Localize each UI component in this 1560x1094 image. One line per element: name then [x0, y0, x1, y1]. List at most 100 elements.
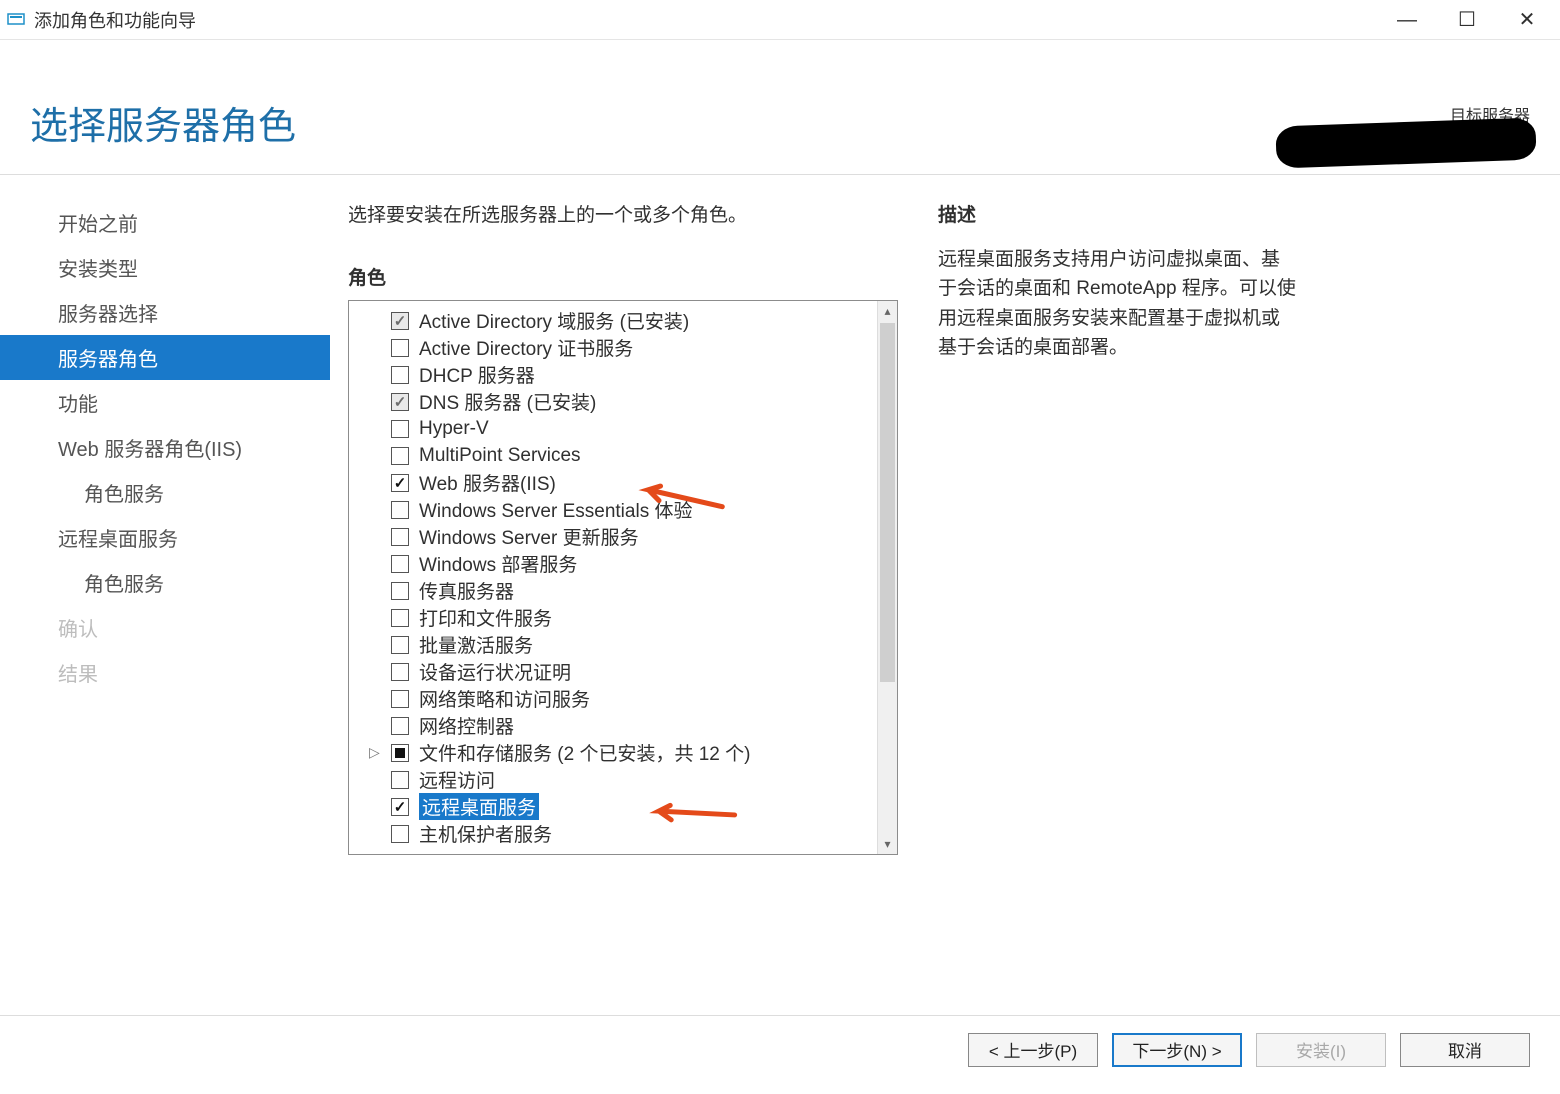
- role-label: Web 服务器(IIS): [419, 469, 556, 496]
- role-label: DNS 服务器 (已安装): [419, 388, 596, 415]
- role-item[interactable]: 打印和文件服务: [391, 604, 875, 631]
- instruction-text: 选择要安装在所选服务器上的一个或多个角色。: [348, 200, 898, 227]
- role-item[interactable]: Windows 部署服务: [391, 550, 875, 577]
- header: 选择服务器角色 目标服务器: [0, 40, 1560, 175]
- role-label: 远程访问: [419, 766, 495, 793]
- role-checkbox[interactable]: [391, 798, 409, 816]
- app-icon: [6, 10, 26, 30]
- description-text: 远程桌面服务支持用户访问虚拟桌面、基于会话的桌面和 RemoteApp 程序。可…: [938, 245, 1298, 363]
- role-checkbox[interactable]: [391, 663, 409, 681]
- maximize-button[interactable]: ☐: [1452, 10, 1482, 30]
- role-item[interactable]: MultiPoint Services: [391, 442, 875, 469]
- minimize-button[interactable]: —: [1392, 10, 1422, 30]
- role-checkbox[interactable]: [391, 501, 409, 519]
- role-checkbox[interactable]: [391, 717, 409, 735]
- role-label: 设备运行状况证明: [419, 658, 571, 685]
- role-label: 批量激活服务: [419, 631, 533, 658]
- role-label: Windows Server Essentials 体验: [419, 496, 692, 523]
- role-checkbox[interactable]: [391, 366, 409, 384]
- role-label: 传真服务器: [419, 577, 514, 604]
- role-checkbox[interactable]: [391, 528, 409, 546]
- role-label: 主机保护者服务: [419, 820, 552, 847]
- role-checkbox[interactable]: [391, 771, 409, 789]
- close-button[interactable]: ✕: [1512, 10, 1542, 30]
- window-title: 添加角色和功能向导: [34, 7, 1392, 33]
- role-item[interactable]: ▷文件和存储服务 (2 个已安装，共 12 个): [391, 739, 875, 766]
- roles-column: 选择要安装在所选服务器上的一个或多个角色。 角色 Active Director…: [348, 200, 898, 1015]
- nav-item-rds-role-services[interactable]: 角色服务: [0, 560, 330, 605]
- role-checkbox[interactable]: [391, 447, 409, 465]
- role-label: Windows Server 更新服务: [419, 523, 639, 550]
- role-label: Active Directory 域服务 (已安装): [419, 307, 689, 334]
- role-label: Active Directory 证书服务: [419, 334, 633, 361]
- role-checkbox[interactable]: [391, 636, 409, 654]
- role-item[interactable]: 远程桌面服务: [391, 793, 875, 820]
- role-item[interactable]: Windows Server 更新服务: [391, 523, 875, 550]
- vertical-scrollbar[interactable]: ▴ ▾: [877, 301, 897, 854]
- role-item[interactable]: Hyper-V: [391, 415, 875, 442]
- nav-item-server-select[interactable]: 服务器选择: [0, 290, 330, 335]
- role-checkbox[interactable]: [391, 312, 409, 330]
- role-checkbox[interactable]: [391, 690, 409, 708]
- role-item[interactable]: 批量激活服务: [391, 631, 875, 658]
- role-checkbox[interactable]: [391, 744, 409, 762]
- scroll-down-icon[interactable]: ▾: [878, 834, 897, 854]
- role-checkbox[interactable]: [391, 555, 409, 573]
- nav-item-iis[interactable]: Web 服务器角色(IIS): [0, 425, 330, 470]
- next-button[interactable]: 下一步(N) >: [1112, 1033, 1242, 1067]
- role-label: MultiPoint Services: [419, 445, 581, 467]
- role-item[interactable]: Active Directory 证书服务: [391, 334, 875, 361]
- roles-list[interactable]: Active Directory 域服务 (已安装)Active Directo…: [351, 303, 875, 852]
- nav-item-iis-role-services[interactable]: 角色服务: [0, 470, 330, 515]
- install-button[interactable]: 安装(I): [1256, 1033, 1386, 1067]
- description-label: 描述: [938, 200, 1530, 227]
- role-checkbox[interactable]: [391, 582, 409, 600]
- role-item[interactable]: 传真服务器: [391, 577, 875, 604]
- nav-item-install-type[interactable]: 安装类型: [0, 245, 330, 290]
- cancel-button[interactable]: 取消: [1400, 1033, 1530, 1067]
- role-label: 打印和文件服务: [419, 604, 552, 631]
- scroll-up-icon[interactable]: ▴: [878, 301, 897, 321]
- role-label: 网络控制器: [419, 712, 514, 739]
- role-label: 文件和存储服务 (2 个已安装，共 12 个): [419, 739, 750, 766]
- role-item[interactable]: 远程访问: [391, 766, 875, 793]
- role-label: Hyper-V: [419, 418, 489, 440]
- window-controls: — ☐ ✕: [1392, 10, 1542, 30]
- role-label: 网络策略和访问服务: [419, 685, 590, 712]
- main-area: 选择要安装在所选服务器上的一个或多个角色。 角色 Active Director…: [330, 175, 1560, 1015]
- role-checkbox[interactable]: [391, 339, 409, 357]
- role-item[interactable]: 设备运行状况证明: [391, 658, 875, 685]
- role-item[interactable]: Windows Server Essentials 体验: [391, 496, 875, 523]
- role-item[interactable]: 网络策略和访问服务: [391, 685, 875, 712]
- nav-item-before[interactable]: 开始之前: [0, 200, 330, 245]
- role-item[interactable]: DHCP 服务器: [391, 361, 875, 388]
- role-checkbox[interactable]: [391, 393, 409, 411]
- nav-item-result: 结果: [0, 650, 330, 695]
- role-checkbox[interactable]: [391, 420, 409, 438]
- previous-button[interactable]: < 上一步(P): [968, 1033, 1098, 1067]
- role-label: DHCP 服务器: [419, 361, 535, 388]
- nav-item-features[interactable]: 功能: [0, 380, 330, 425]
- page-title: 选择服务器角色: [30, 95, 296, 150]
- role-checkbox[interactable]: [391, 474, 409, 492]
- wizard-footer: < 上一步(P) 下一步(N) > 安装(I) 取消: [0, 1015, 1560, 1083]
- role-item[interactable]: DNS 服务器 (已安装): [391, 388, 875, 415]
- nav-item-confirm: 确认: [0, 605, 330, 650]
- nav-item-rds[interactable]: 远程桌面服务: [0, 515, 330, 560]
- role-item[interactable]: 网络控制器: [391, 712, 875, 739]
- redacted-server-name: [1275, 117, 1536, 168]
- content: 开始之前安装类型服务器选择服务器角色功能Web 服务器角色(IIS)角色服务远程…: [0, 175, 1560, 1015]
- scrollbar-thumb[interactable]: [880, 323, 895, 682]
- role-item[interactable]: 主机保护者服务: [391, 820, 875, 847]
- role-label: 远程桌面服务: [419, 793, 539, 820]
- roles-label: 角色: [348, 263, 898, 290]
- nav-item-server-roles[interactable]: 服务器角色: [0, 335, 330, 380]
- expand-icon[interactable]: ▷: [369, 744, 383, 761]
- role-label: Windows 部署服务: [419, 550, 577, 577]
- role-item[interactable]: Web 服务器(IIS): [391, 469, 875, 496]
- role-checkbox[interactable]: [391, 609, 409, 627]
- wizard-sidebar: 开始之前安装类型服务器选择服务器角色功能Web 服务器角色(IIS)角色服务远程…: [0, 175, 330, 1015]
- description-column: 描述 远程桌面服务支持用户访问虚拟桌面、基于会话的桌面和 RemoteApp 程…: [938, 200, 1540, 1015]
- role-item[interactable]: Active Directory 域服务 (已安装): [391, 307, 875, 334]
- role-checkbox[interactable]: [391, 825, 409, 843]
